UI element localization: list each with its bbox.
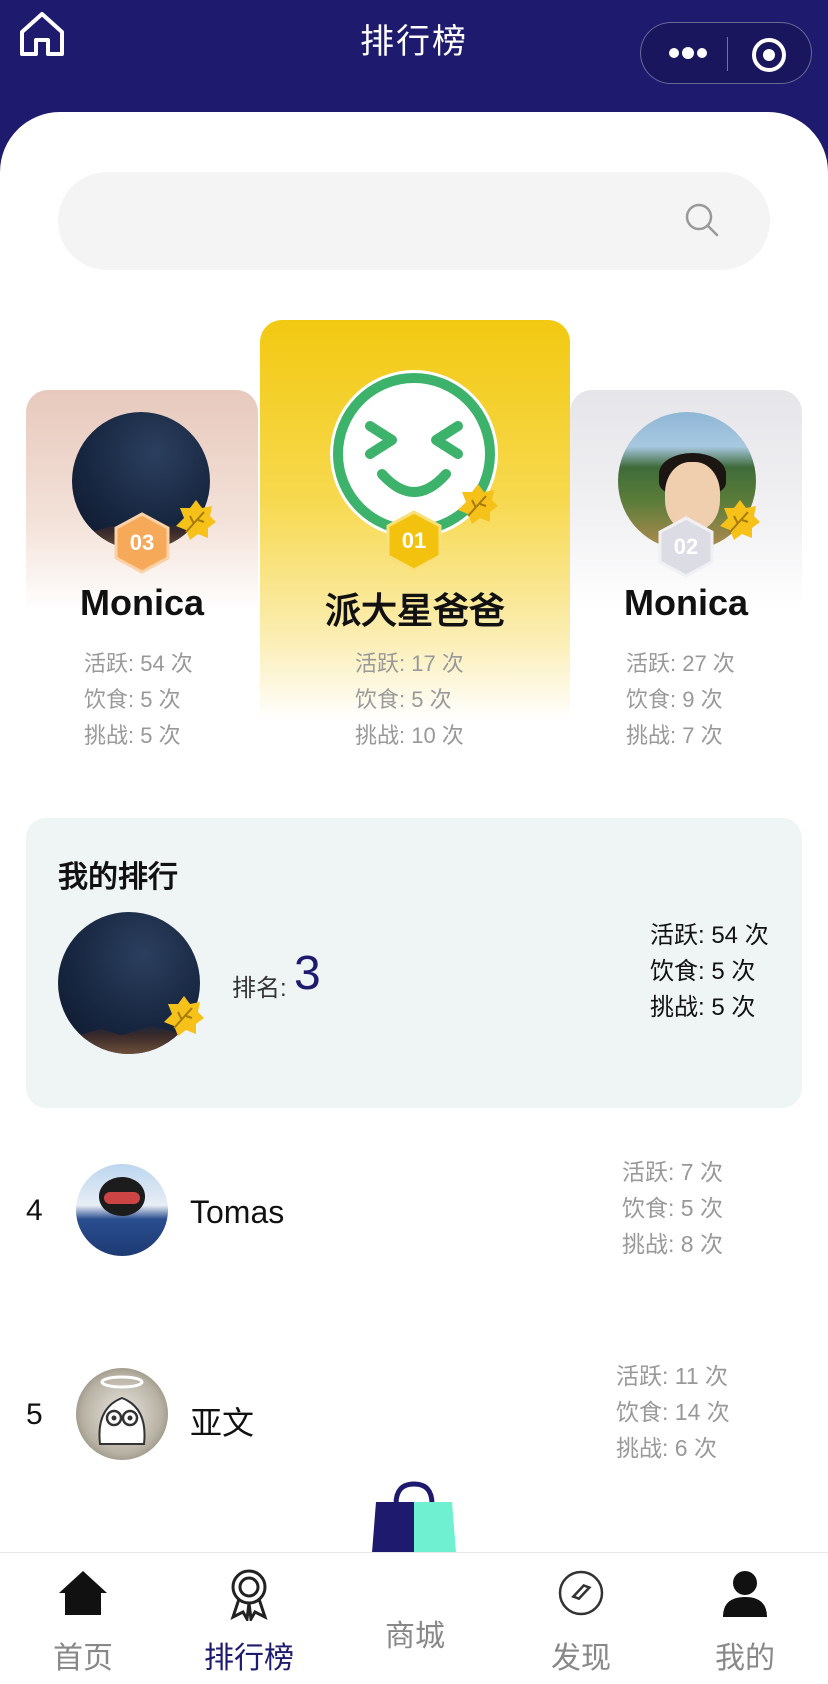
top-bar: 排行榜 <box>0 0 828 112</box>
search-input[interactable] <box>94 196 698 248</box>
more-icon[interactable] <box>667 41 709 65</box>
nav-shop[interactable]: 商城 <box>332 1553 498 1684</box>
compass-icon <box>553 1565 609 1621</box>
search-icon[interactable] <box>684 202 720 238</box>
rank-badge: 03 <box>114 512 170 574</box>
podium-stats: 活跃: 54 次 饮食: 5 次 挑战: 5 次 <box>84 651 193 748</box>
leaf-badge-icon <box>456 482 500 526</box>
podium-name: Monica <box>623 582 748 623</box>
leaf-badge-icon <box>162 994 206 1038</box>
podium-name: Monica <box>79 582 204 623</box>
mini-program-capsule <box>640 22 812 84</box>
rank-badge: 02 <box>658 516 714 578</box>
podium-third[interactable]: 03 Monica 活跃: 54 次 饮食: 5 次 挑战: 5 次 <box>26 390 258 750</box>
rank-badge: 01 <box>386 510 442 572</box>
nav-home[interactable]: 首页 <box>0 1553 166 1684</box>
user-icon <box>717 1565 773 1621</box>
list-rank: 5 <box>26 1398 43 1431</box>
avatar <box>76 1368 168 1460</box>
capsule-divider <box>727 37 728 71</box>
list-rank: 4 <box>26 1194 43 1227</box>
nav-discover[interactable]: 发现 <box>498 1553 664 1684</box>
rank-value: 3 <box>294 947 321 1000</box>
home-icon <box>55 1565 111 1621</box>
podium-second[interactable]: 02 Monica 活跃: 27 次 饮食: 9 次 挑战: 7 次 <box>570 390 802 750</box>
podium-stats: 活跃: 27 次 饮食: 9 次 挑战: 7 次 <box>626 651 735 748</box>
bottom-nav: 首页 排行榜 商城 发现 我的 <box>0 1552 828 1684</box>
search-bar[interactable] <box>58 172 770 270</box>
close-target-icon[interactable] <box>751 37 787 73</box>
ribbon-icon <box>221 1565 277 1624</box>
nav-profile[interactable]: 我的 <box>662 1553 828 1684</box>
list-stats: 活跃: 7 次 饮食: 5 次 挑战: 8 次 <box>622 1159 723 1257</box>
nav-ranking[interactable]: 排行榜 <box>166 1553 332 1684</box>
leaf-badge-icon <box>718 498 762 542</box>
rank-label: 排名: <box>232 975 287 1002</box>
my-rank-card: 我的排行 排名: 3 活跃: 54 次 饮食: 5 次 挑战: 5 次 <box>26 818 802 1108</box>
podium-name: 派大星爸爸 <box>324 590 505 631</box>
podium-first[interactable]: 01 派大星爸爸 活跃: 17 次 饮食: 5 次 挑战: 10 次 <box>260 320 570 750</box>
list-name: 亚文 <box>190 1405 255 1441</box>
podium-stats: 活跃: 17 次 饮食: 5 次 挑战: 10 次 <box>355 651 464 748</box>
leaf-badge-icon <box>174 498 218 542</box>
list-item[interactable]: 4 Tomas 活跃: 7 次 饮食: 5 次 挑战: 8 次 <box>0 1154 828 1304</box>
list-stats: 活跃: 11 次 饮食: 14 次 挑战: 6 次 <box>616 1363 730 1461</box>
list-name: Tomas <box>190 1194 285 1230</box>
my-rank-heading: 我的排行 <box>58 861 178 894</box>
my-rank-stats: 活跃: 54 次 饮食: 5 次 挑战: 5 次 <box>650 922 769 1021</box>
avatar <box>76 1164 168 1256</box>
main-sheet: 03 Monica 活跃: 54 次 饮食: 5 次 挑战: 5 次 01 派大… <box>0 112 828 1683</box>
